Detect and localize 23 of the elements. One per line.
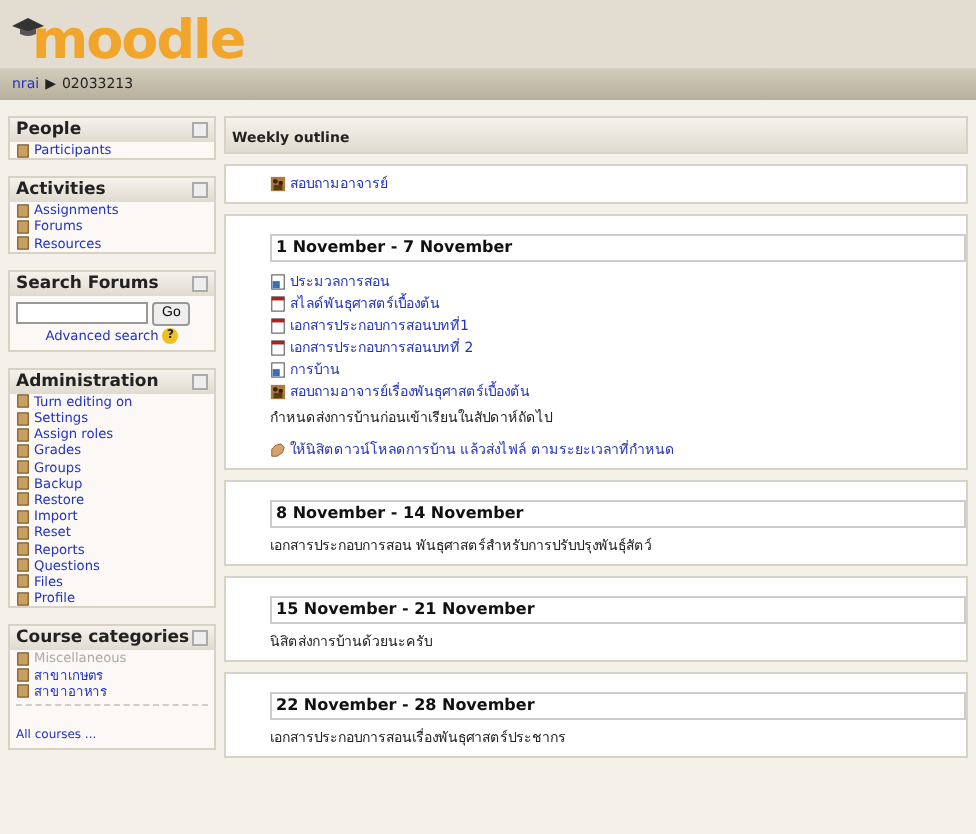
week-heading: 8 November - 14 November <box>270 500 966 528</box>
block-title: Search Forums <box>16 273 159 294</box>
collapse-icon[interactable] <box>192 275 208 292</box>
collapse-icon[interactable] <box>192 122 208 138</box>
week-heading: 1 November - 7 November <box>270 234 966 262</box>
collapse-icon[interactable] <box>192 373 208 390</box>
pdf-file-icon <box>270 339 286 355</box>
block-title: Course categories <box>16 628 190 649</box>
document-icon <box>270 273 286 289</box>
collapse-icon[interactable] <box>192 182 208 199</box>
document-icon <box>270 361 286 377</box>
block-title: Administration <box>16 371 159 392</box>
block-title: Activities <box>16 180 106 201</box>
people-icon <box>270 175 286 191</box>
week-heading: 22 November - 28 November <box>270 692 966 720</box>
block-title: People <box>16 120 82 140</box>
search-field[interactable] <box>16 301 148 324</box>
people-icon <box>270 383 286 399</box>
page-icon <box>16 143 30 158</box>
collapse-icon[interactable] <box>192 630 208 647</box>
pdf-file-icon <box>270 317 286 333</box>
week-heading: 15 November - 21 November <box>270 596 966 624</box>
pdf-file-icon <box>270 295 286 311</box>
